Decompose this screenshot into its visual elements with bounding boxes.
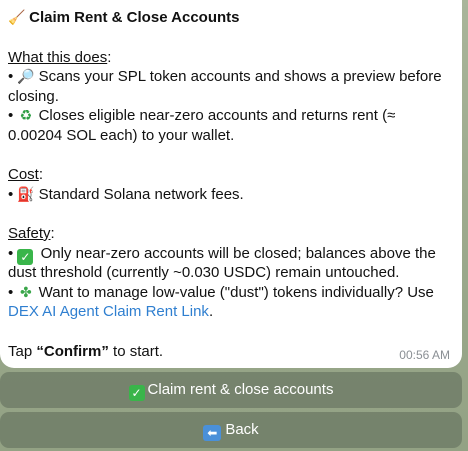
tap-confirm-text: Tap “Confirm” to start. <box>8 342 164 360</box>
broom-icon: 🧹 <box>8 9 26 25</box>
claim-rent-button[interactable]: ✓ Claim rent & close accounts <box>0 372 462 408</box>
puzzle-icon: ✤ <box>20 283 32 300</box>
magnifier-icon: 🔎 <box>17 68 35 85</box>
fuel-pump-icon: ⛽ <box>17 185 35 202</box>
message-bubble: 🧹 Claim Rent & Close Accounts What this … <box>0 0 462 368</box>
message-timestamp: 00:56 AM <box>399 348 450 362</box>
bullet-scan-cont: closing. <box>8 87 59 105</box>
bullet-scan: • 🔎 Scans your SPL token accounts and sh… <box>8 68 442 86</box>
bullet-dust: • ✤ Want to manage low-value ("dust") to… <box>8 283 434 301</box>
back-arrow-icon: ⬅ <box>203 425 222 441</box>
bullet-near-zero: • ✓ Only near-zero accounts will be clos… <box>8 244 436 265</box>
bullet-dust-cont: DEX AI Agent Claim Rent Link. <box>8 303 214 321</box>
recycle-icon: ♻ <box>19 107 33 124</box>
back-button[interactable]: ⬅ Back <box>0 412 462 448</box>
section-heading-safety: Safety: <box>8 224 55 242</box>
section-heading-what: What this does: <box>8 48 112 66</box>
bullet-close-cont: 0.00204 SOL each) to your wallet. <box>8 126 235 144</box>
bullet-close: • ♻ Closes eligible near-zero accounts a… <box>8 107 396 125</box>
check-mark-icon: ✓ <box>17 248 34 265</box>
bullet-near-zero-cont: dust threshold (currently ~0.030 USDC) r… <box>8 264 400 282</box>
check-mark-icon: ✓ <box>128 385 145 401</box>
message-title: 🧹 Claim Rent & Close Accounts <box>8 6 454 28</box>
claim-rent-link[interactable]: DEX AI Agent Claim Rent Link <box>8 303 209 320</box>
section-heading-cost: Cost: <box>8 166 44 184</box>
bullet-fees: • ⛽ Standard Solana network fees. <box>8 185 244 203</box>
